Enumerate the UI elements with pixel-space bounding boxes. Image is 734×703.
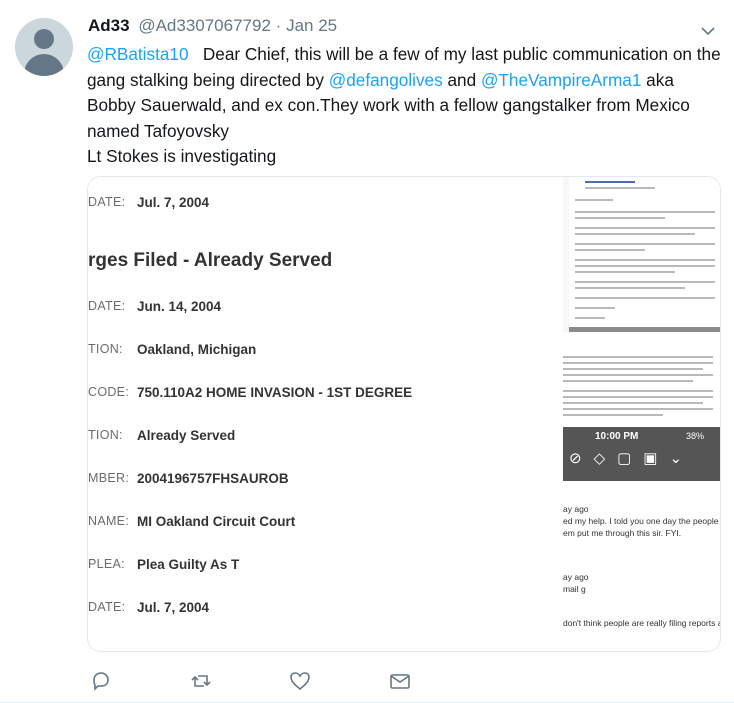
avatar-head-shape bbox=[34, 29, 54, 49]
mention-link[interactable]: @TheVampireArma1 bbox=[481, 70, 641, 90]
media-image[interactable]: DATE: Jul. 7, 2004 rges Filed - Already … bbox=[87, 176, 721, 652]
mention-link[interactable]: @defangolives bbox=[329, 70, 443, 90]
phone-battery: 38% bbox=[686, 431, 705, 441]
record-label: MBER: bbox=[88, 471, 130, 485]
record-value: Jul. 7, 2004 bbox=[137, 195, 210, 210]
tweet-text-part: Lt Stokes is investigating bbox=[87, 146, 277, 166]
snippet-text: don't think people are really filing rep… bbox=[563, 618, 720, 628]
snippet-text: ay ago bbox=[563, 572, 589, 582]
record-label: TION: bbox=[88, 428, 123, 442]
like-heart-icon[interactable] bbox=[289, 670, 311, 692]
record-value: Jun. 14, 2004 bbox=[137, 299, 222, 314]
avatar[interactable] bbox=[15, 18, 73, 76]
record-label: CODE: bbox=[88, 385, 130, 399]
record-value: 2004196757FHSAUROB bbox=[137, 471, 289, 486]
section-title: rges Filed - Already Served bbox=[88, 250, 333, 271]
court-record-document: DATE: Jul. 7, 2004 rges Filed - Already … bbox=[88, 177, 562, 651]
record-value: Plea Guilty As T bbox=[137, 557, 240, 572]
record-label: DATE: bbox=[88, 600, 126, 614]
record-value: Oakland, Michigan bbox=[137, 342, 257, 357]
record-value: MI Oakland Circuit Court bbox=[137, 514, 296, 529]
direct-message-icon[interactable] bbox=[389, 670, 411, 692]
record-value: Jul. 7, 2004 bbox=[137, 600, 210, 615]
tweet-card[interactable]: Ad33 @Ad3307067792 · Jan 25 @RBatista10 … bbox=[0, 0, 734, 703]
record-label: NAME: bbox=[88, 514, 130, 528]
phone-time: 10:00 PM bbox=[595, 431, 639, 442]
separator-dot: · bbox=[275, 16, 282, 35]
record-label: PLEA: bbox=[88, 557, 125, 571]
record-value: 750.110A2 HOME INVASION - 1ST DEGREE bbox=[137, 385, 413, 400]
snippet-text: mail g bbox=[563, 584, 586, 594]
tweet-date[interactable]: Jan 25 bbox=[286, 16, 337, 35]
mention-link[interactable]: @RBatista10 bbox=[87, 44, 189, 64]
snippet-text: ay ago bbox=[563, 504, 589, 514]
record-label: DATE: bbox=[88, 299, 126, 313]
tweet-text-part: and bbox=[447, 69, 477, 90]
phone-toolbar-icons: ⊘◇▢▣⌄ bbox=[569, 450, 695, 467]
phone-status-bar: 10:00 PM 38% ⊘◇▢▣⌄ bbox=[563, 427, 720, 481]
reply-icon[interactable] bbox=[90, 670, 112, 692]
record-label: DATE: bbox=[88, 195, 126, 209]
snippet-text: ed my help. I told you one day the peopl… bbox=[563, 516, 720, 526]
avatar-body-shape bbox=[24, 54, 64, 76]
text-screenshot-thumbnail: 10:00 PM 38% ⊘◇▢▣⌄ ay ago ed my help. I … bbox=[563, 332, 720, 651]
tweet-text: @RBatista10 Dear Chief, this will be a f… bbox=[87, 42, 727, 170]
retweet-icon[interactable] bbox=[190, 670, 212, 692]
letter-page bbox=[569, 177, 720, 332]
user-handle[interactable]: @Ad3307067792 bbox=[138, 16, 271, 35]
chevron-down-icon[interactable] bbox=[700, 24, 716, 38]
tweet-header: Ad33 @Ad3307067792 · Jan 25 bbox=[88, 16, 337, 36]
snippet-text: em put me through this sir. FYI. bbox=[563, 528, 682, 538]
letter-thumbnail bbox=[563, 177, 720, 332]
record-value: Already Served bbox=[137, 428, 236, 443]
record-label: TION: bbox=[88, 342, 123, 356]
tweet-actions bbox=[0, 670, 734, 694]
display-name[interactable]: Ad33 bbox=[88, 16, 130, 35]
